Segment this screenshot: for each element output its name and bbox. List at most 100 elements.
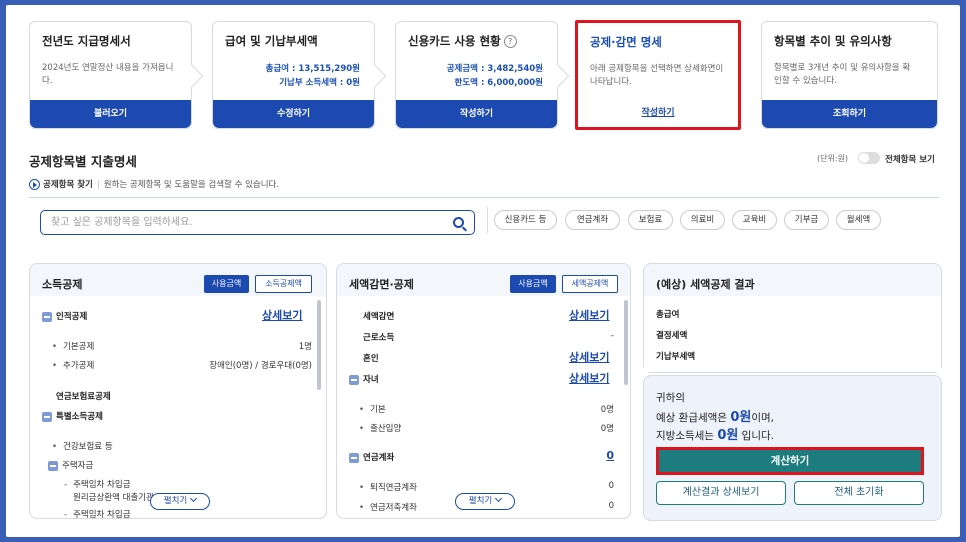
refund-value: 0원 — [730, 410, 752, 425]
special-deduction[interactable]: 특별소득공제 — [42, 410, 103, 422]
calculate-button[interactable]: 계산하기 — [656, 447, 924, 475]
row-label: 연금계좌 — [363, 453, 395, 463]
limit-amount-value: 한도액 : 6,000,000원 — [454, 78, 543, 88]
tax-reduction-label[interactable]: 세액감면 — [363, 310, 394, 322]
expand-button[interactable]: 펼치기 — [150, 493, 210, 510]
total-pay-label: 총급여 — [656, 310, 680, 320]
step-title: 항목별 추이 및 유의사항 — [774, 34, 892, 48]
children-basic-value: 0명 — [600, 405, 614, 415]
panel-body: 세액감면 상세보기 근로소득 - 혼인 상세보기 자녀 상세보기 기본 0명 출… — [337, 296, 630, 518]
row-label: 인적공제 — [56, 312, 88, 322]
unit-label: (단위:원) — [817, 154, 849, 163]
panel-body: 인적공제 상세보기 기본공제 1명 추가공제 장애인(0명) / 경로우대(0명… — [30, 296, 326, 518]
local-tax-value: 0원 — [717, 428, 739, 443]
view-button[interactable]: 조회하기 — [762, 100, 937, 128]
income-deduction-panel: 소득공제 사용금액 소득공제액 인적공제 상세보기 기본공제 1명 추가공제 장… — [29, 263, 327, 519]
detail-link[interactable]: 상세보기 — [569, 349, 609, 365]
find-bar: 공제항목 찾기 | 원하는 공제항목 및 도움말을 검색할 수 있습니다. — [29, 178, 279, 190]
summary-line-3: 지방소득세는 0원 입니다. — [656, 424, 774, 443]
step-values: 총급여 : 13,515,290원 기납부 소득세액 : 0원 — [266, 62, 360, 90]
tab-deduction-amount[interactable]: 소득공제액 — [255, 275, 312, 293]
expand-label: 펼치기 — [163, 496, 188, 506]
write-button[interactable]: 작성하기 — [396, 100, 557, 128]
reset-all-button[interactable]: 전체 초기화 — [794, 481, 924, 505]
search-icon[interactable] — [453, 217, 464, 228]
chip-donation[interactable]: 기부금 — [784, 210, 829, 230]
row-label: 주택자금 — [62, 461, 94, 471]
write-button-active[interactable]: 작성하기 — [578, 99, 738, 127]
earned-income-label[interactable]: 근로소득 — [363, 331, 394, 343]
local-tax-text: 지방소득세는 — [656, 430, 714, 442]
children-deduction[interactable]: 자녀 — [349, 373, 379, 385]
summary-line-1: 귀하의 — [656, 392, 685, 404]
pension-account[interactable]: 연금계좌 — [349, 451, 394, 463]
step-desc: 항목별로 3개년 추이 및 유의사항을 확인할 수 있습니다. — [774, 63, 911, 86]
panel-body: 총급여 결정세액 기납부세액 — [644, 296, 941, 372]
retirement-pension-value: 0 — [608, 481, 614, 491]
chip-rent[interactable]: 월세액 — [836, 210, 881, 230]
minus-icon[interactable] — [42, 411, 52, 422]
chevron-down-icon — [495, 494, 503, 503]
toggle-label: 전체항목 보기 — [885, 155, 935, 165]
retirement-pension-label: 퇴직연금계좌 — [359, 481, 417, 493]
help-icon[interactable]: ? — [503, 35, 517, 48]
minus-icon[interactable] — [349, 452, 359, 463]
step-desc: 2024년도 연말정산 내용을 가져옵니다. — [42, 63, 174, 86]
step-card-deduction: 공제·감면 명세 아래 공제항목을 선택하면 상세화면이 나타납니다. 작성하기 — [575, 20, 741, 130]
chip-insurance[interactable]: 보험료 — [628, 210, 673, 230]
step-values: 공제금액 : 3,482,540원 한도액 : 6,000,000원 — [447, 62, 543, 90]
chip-pension[interactable]: 연금계좌 — [565, 210, 620, 230]
find-hint: 원하는 공제항목 및 도움말을 검색할 수 있습니다. — [103, 180, 280, 190]
chevron-down-icon — [190, 494, 198, 503]
step-title-text: 신용카드 사용 현황 — [408, 34, 501, 48]
children-basic-label: 기본 — [359, 403, 386, 415]
minus-icon[interactable] — [349, 374, 359, 385]
chevron-right-icon — [546, 64, 570, 88]
housing-fund[interactable]: 주택자금 — [48, 459, 93, 471]
detail-link[interactable]: 상세보기 — [569, 307, 609, 323]
extra-deduction-label: 추가공제 — [52, 359, 94, 371]
deduction-amount-value: 공제금액 : 3,482,540원 — [446, 64, 543, 74]
tab-tax-credit-amount[interactable]: 세액공제액 — [562, 275, 618, 293]
detail-link[interactable]: 상세보기 — [569, 370, 609, 386]
scrollbar[interactable] — [317, 300, 321, 390]
pension-saving-value: 0 — [608, 501, 614, 511]
chip-credit-card[interactable]: 신용카드 등 — [494, 210, 557, 230]
section-title: 공제항목별 지출명세 — [29, 154, 137, 169]
housing-loan-label-2: 원리금상환액 대출기관 — [73, 493, 154, 503]
find-label: 공제항목 찾기 — [43, 180, 93, 190]
chip-education[interactable]: 교육비 — [732, 210, 777, 230]
panel-title: 소득공제 — [42, 278, 83, 291]
minus-icon[interactable] — [48, 460, 58, 471]
pension-account-value[interactable]: 0 — [606, 449, 614, 462]
marriage-label[interactable]: 혼인 — [363, 352, 379, 364]
local-tax-text-end: 입니다. — [741, 430, 774, 442]
tab-used-amount[interactable]: 사용금액 — [510, 275, 556, 293]
step-card-prev-statement: 전년도 지급명세서 2024년도 연말정산 내용을 가져옵니다. 불러오기 — [29, 21, 204, 129]
search-input[interactable] — [51, 214, 441, 231]
detail-link[interactable]: 상세보기 — [262, 307, 302, 323]
scrollbar[interactable] — [624, 300, 628, 385]
step-title: 신용카드 사용 현황? — [408, 33, 517, 49]
earned-income-value: - — [610, 331, 614, 341]
personal-deduction[interactable]: 인적공제 — [42, 310, 87, 322]
tab-used-amount[interactable]: 사용금액 — [204, 275, 249, 293]
chip-medical[interactable]: 의료비 — [680, 210, 725, 230]
prepaid-tax-value: 기납부 소득세액 : 0원 — [279, 78, 360, 88]
result-detail-button[interactable]: 계산결과 상세보기 — [656, 481, 786, 505]
prepaid-tax-label: 기납부세액 — [656, 352, 696, 362]
play-circle-icon — [29, 179, 40, 190]
minus-icon[interactable] — [42, 311, 52, 322]
summary-line-2: 예상 환급세액은 0원이며, — [656, 406, 774, 425]
load-button[interactable]: 불러오기 — [30, 100, 191, 128]
pension-insurance-label[interactable]: 연금보험료공제 — [56, 390, 111, 402]
step-title: 공제·감면 명세 — [590, 35, 662, 49]
expand-button[interactable]: 펼치기 — [455, 493, 515, 510]
basic-deduction-label: 기본공제 — [52, 340, 94, 352]
birth-adoption-label: 출산입양 — [359, 422, 401, 434]
search-box — [40, 210, 475, 235]
step-title: 전년도 지급명세서 — [42, 34, 131, 48]
show-all-toggle[interactable] — [858, 152, 880, 164]
edit-button[interactable]: 수정하기 — [213, 100, 374, 128]
refund-text-end: 이며, — [751, 412, 774, 424]
